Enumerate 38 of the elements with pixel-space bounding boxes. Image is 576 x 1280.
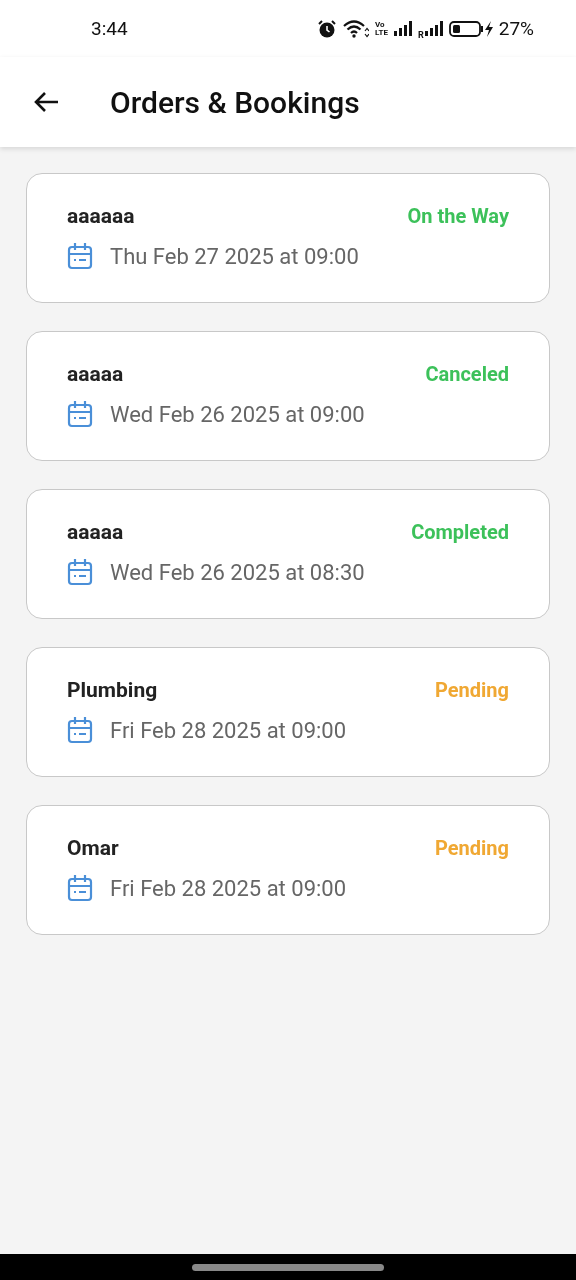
back-arrow-icon (32, 90, 60, 114)
calendar-icon (67, 242, 93, 270)
status-label: Canceled (425, 362, 509, 386)
signal-icon (393, 21, 412, 36)
calendar-icon (67, 400, 93, 428)
alarm-clock-icon (317, 18, 338, 39)
order-card[interactable]: Plumbing Pending Fri Feb 28 2025 at 09:00 (26, 647, 550, 777)
status-label: Pending (435, 836, 509, 860)
volte-label: Vo (375, 20, 386, 29)
signal-icon (424, 21, 443, 36)
roaming-label: R (417, 30, 424, 40)
order-name: aaaaa (67, 362, 124, 386)
order-card[interactable]: Omar Pending Fri Feb 28 2025 at 09:00 (26, 805, 550, 935)
order-date: Wed Feb 26 2025 at 08:30 (110, 559, 365, 585)
order-name: aaaaa (67, 520, 124, 544)
order-date: Wed Feb 26 2025 at 09:00 (110, 401, 365, 427)
order-name: Omar (67, 836, 119, 860)
status-label: Pending (435, 678, 509, 702)
status-label: On the Way (407, 204, 509, 228)
battery-charging-icon (448, 19, 493, 38)
order-name: Plumbing (67, 678, 158, 702)
calendar-icon (67, 558, 93, 586)
order-date: Thu Feb 27 2025 at 09:00 (110, 243, 359, 269)
battery-percent: 27% (498, 17, 534, 40)
status-label: Completed (411, 520, 509, 544)
calendar-icon (67, 874, 93, 902)
volte-label: LTE (375, 28, 388, 37)
order-card[interactable]: aaaaa Canceled Wed Feb 26 2025 at 09:00 (26, 331, 550, 461)
order-date: Fri Feb 28 2025 at 09:00 (110, 717, 347, 743)
order-date: Fri Feb 28 2025 at 09:00 (110, 875, 347, 901)
order-card[interactable]: aaaaaa On the Way Thu Feb 27 2025 at 09:00 (26, 173, 550, 303)
clock-time: 3:44 (91, 17, 128, 40)
page-title: Orders & Bookings (110, 84, 360, 120)
home-indicator[interactable] (192, 1263, 384, 1271)
calendar-icon (67, 716, 93, 744)
order-name: aaaaaa (67, 204, 135, 228)
wifi-icon (343, 18, 370, 39)
order-card[interactable]: aaaaa Completed Wed Feb 26 2025 at 08:30 (26, 489, 550, 619)
